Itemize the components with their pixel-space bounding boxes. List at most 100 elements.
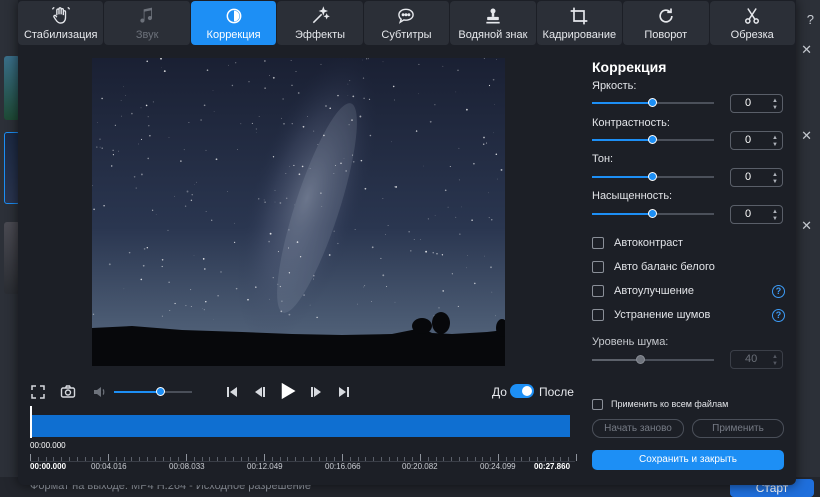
tab-crop[interactable]: Кадрирование [536,1,624,45]
volume-slider[interactable] [114,387,192,396]
autocontrast-checkbox[interactable] [592,237,604,249]
spin-up-icon[interactable]: ▲ [772,209,778,215]
spin-down-icon[interactable]: ▼ [772,179,778,185]
star [212,90,214,91]
close-icon[interactable]: ✕ [801,218,812,234]
fullscreen-icon[interactable] [30,384,46,400]
star [483,58,485,59]
volume-slider-knob[interactable] [155,387,165,396]
star [203,104,206,107]
current-time: 00:00.000 [30,440,66,451]
help-icon[interactable]: ? [772,285,785,298]
hue-input[interactable]: 0 ▲ ▼ [730,168,783,187]
timeline-tick-label: 00:08.033 [169,462,205,471]
slider-knob[interactable] [648,135,657,144]
star [235,287,238,290]
snapshot-camera-icon[interactable] [59,384,76,400]
star [161,259,164,261]
close-icon[interactable]: ✕ [801,128,812,144]
tab-subtitles[interactable]: Субтитры [363,1,451,45]
noise-level-label: Уровень шума: [592,336,669,348]
star [183,149,185,151]
star [488,217,490,219]
star [288,272,291,274]
star [274,201,276,203]
saturation-input[interactable]: 0 ▲ ▼ [730,205,783,224]
tab-rotate[interactable]: Поворот [623,1,710,45]
timeline-tick [193,457,195,461]
auto-white-balance-label: Авто баланс белого [614,261,715,273]
timeline-tick [443,457,445,461]
skip-to-end-icon[interactable] [336,384,352,400]
music-note-icon [137,5,157,27]
star [485,142,488,144]
previous-frame-icon[interactable] [252,384,268,400]
tab-trim[interactable]: Обрезка [709,1,796,45]
timeline-tick [357,457,359,461]
spin-up-icon[interactable]: ▲ [772,172,778,178]
brightness-input[interactable]: 0 ▲ ▼ [730,94,783,113]
saturation-slider[interactable] [592,209,714,218]
auto-white-balance-checkbox[interactable] [592,261,604,273]
star [268,240,270,243]
next-frame-icon[interactable] [308,384,324,400]
reset-button[interactable]: Начать заново [592,419,684,438]
contrast-slider[interactable] [592,135,714,144]
help-icon[interactable]: ? [807,12,814,27]
star [142,264,145,267]
star [99,146,101,148]
save-and-close-button[interactable]: Сохранить и закрыть [592,450,784,470]
slider-knob[interactable] [648,98,657,107]
star [317,144,319,145]
tab-stabilization[interactable]: Стабилизация [18,1,105,45]
star [206,69,209,71]
apply-button[interactable]: Применить [692,419,784,438]
star [303,294,306,297]
star [285,172,287,175]
star [333,230,335,232]
tab-watermark[interactable]: Водяной знак [450,1,537,45]
slider-knob[interactable] [648,172,657,181]
star [420,239,422,240]
star [143,248,146,250]
magic-wand-icon [310,5,330,27]
tab-correction[interactable]: Коррекция [190,1,278,45]
star [152,101,154,103]
timeline-tick [139,457,141,461]
skip-to-start-icon[interactable] [224,384,240,400]
spin-down-icon[interactable]: ▼ [772,142,778,148]
toggle-knob [522,386,532,396]
hue-slider[interactable] [592,172,714,181]
star [380,257,382,259]
apply-to-all-checkbox[interactable] [592,399,603,410]
star [140,138,143,140]
help-icon[interactable]: ? [772,309,785,322]
denoise-checkbox[interactable] [592,309,604,321]
tab-label: Поворот [644,29,688,41]
spin-down-icon[interactable]: ▼ [772,105,778,111]
playhead[interactable] [30,406,32,438]
timeline-tick [256,457,258,461]
auto-enhance-checkbox[interactable] [592,285,604,297]
spin-up-icon[interactable]: ▲ [772,98,778,104]
spin-up-icon[interactable]: ▲ [772,135,778,141]
star [227,191,228,192]
star [288,247,289,249]
slider-knob[interactable] [648,209,657,218]
timeline-tick [459,457,460,461]
brightness-slider[interactable] [592,98,714,107]
star [434,215,436,216]
before-after-toggle[interactable] [510,384,534,398]
close-icon[interactable]: ✕ [801,42,812,58]
timeline-tick [123,457,125,461]
volume-icon[interactable] [92,384,108,400]
star [235,62,237,64]
timeline-tick-label: 00:16.066 [325,462,361,471]
contrast-input[interactable]: 0 ▲ ▼ [730,131,783,150]
timeline-track[interactable] [30,415,570,437]
tab-label: Звук [135,29,159,41]
spin-down-icon[interactable]: ▼ [772,216,778,222]
tab-effects[interactable]: Эффекты [277,1,364,45]
star [392,85,395,88]
play-icon[interactable] [278,381,298,401]
